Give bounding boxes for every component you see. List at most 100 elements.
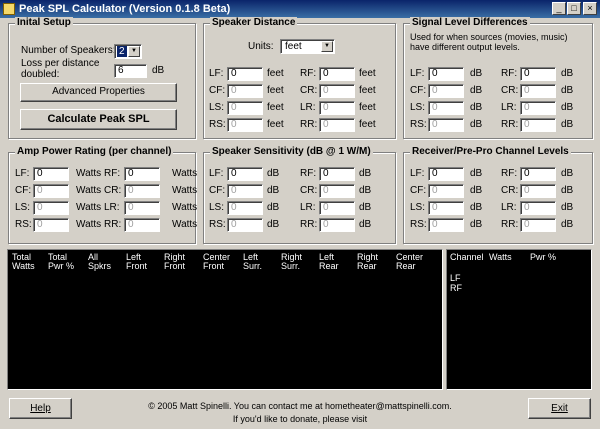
signal-ls-label: LS:	[410, 102, 426, 113]
calculate-peak-spl-button[interactable]: Calculate Peak SPL	[20, 109, 177, 130]
amp-rs-unit: Watts	[76, 219, 102, 230]
receiver-ls-label: LS:	[410, 202, 426, 213]
distance-cf-input[interactable]: 0	[227, 84, 263, 98]
receiver-rs-input[interactable]: 0	[428, 218, 464, 232]
sensitivity-lf-input[interactable]: 0	[227, 167, 263, 181]
sensitivity-lr-unit: dB	[359, 202, 372, 213]
distance-rs-input[interactable]: 0	[227, 118, 263, 132]
distance-rr-input[interactable]: 0	[319, 118, 355, 132]
chevron-down-icon[interactable]: ▼	[321, 41, 333, 52]
chevron-down-icon[interactable]: ▼	[128, 46, 140, 57]
sensitivity-rr-input[interactable]: 0	[319, 218, 355, 232]
receiver-lf-label: LF:	[410, 168, 425, 179]
amp-lf-input[interactable]: 0	[33, 167, 69, 181]
signal-rf-input[interactable]: 0	[520, 67, 556, 81]
sensitivity-cf-label: CF:	[209, 185, 226, 196]
donate-text: If you'd like to donate, please visit	[232, 414, 368, 424]
signal-lf-input[interactable]: 0	[428, 67, 464, 81]
signal-level-group: Signal Level Differences Used for when s…	[403, 17, 593, 139]
distance-lr-label: LR:	[300, 102, 316, 113]
amp-rr-label: RR:	[104, 219, 122, 230]
amp-cr-input[interactable]: 0	[124, 184, 160, 198]
receiver-cf-label: CF:	[410, 185, 427, 196]
amp-cf-label: CF:	[15, 185, 32, 196]
amp-rf-input[interactable]: 0	[124, 167, 160, 181]
advanced-properties-button[interactable]: Advanced Properties	[20, 83, 177, 102]
distance-lf-label: LF:	[209, 68, 224, 79]
speaker-distance-group: Speaker Distance Units: feet ▼ LF: 0 feet R…	[203, 17, 396, 139]
signal-lr-unit: dB	[561, 102, 574, 113]
sensitivity-lf-unit: dB	[267, 168, 280, 179]
distance-lr-input[interactable]: 0	[319, 101, 355, 115]
channel-panel[interactable]: Channel Watts Pwr % LF RF	[446, 249, 592, 390]
minimize-button[interactable]: _	[552, 2, 566, 15]
amp-rr-unit: Watts	[172, 219, 198, 230]
distance-rs-unit: feet	[267, 119, 284, 130]
results-column-header: Left Surr.	[243, 252, 263, 271]
units-select[interactable]: feet ▼	[280, 39, 335, 54]
distance-cf-unit: feet	[267, 85, 284, 96]
results-column-header: All Spkrs	[88, 252, 112, 271]
close-button[interactable]: ×	[583, 2, 597, 15]
receiver-rr-input[interactable]: 0	[520, 218, 556, 232]
sensitivity-cr-input[interactable]: 0	[319, 184, 355, 198]
signal-ls-input[interactable]: 0	[428, 101, 464, 115]
receiver-cf-input[interactable]: 0	[428, 184, 464, 198]
receiver-cr-input[interactable]: 0	[520, 184, 556, 198]
signal-rr-label: RR:	[501, 119, 519, 130]
sensitivity-ls-input[interactable]: 0	[227, 201, 263, 215]
signal-cr-input[interactable]: 0	[520, 84, 556, 98]
amp-lf-unit: Watts	[76, 168, 102, 179]
sensitivity-cf-input[interactable]: 0	[227, 184, 263, 198]
num-speakers-value: 2	[117, 46, 127, 57]
receiver-rf-input[interactable]: 0	[520, 167, 556, 181]
distance-lf-unit: feet	[267, 68, 284, 79]
amp-ls-input[interactable]: 0	[33, 201, 69, 215]
channel-column-header: Pwr %	[530, 252, 557, 262]
distance-rf-label: RF:	[300, 68, 317, 79]
amp-cf-input[interactable]: 0	[33, 184, 69, 198]
results-panel[interactable]: Total Watts Total Pwr % All Spkrs Left Fron…	[7, 249, 443, 390]
receiver-rr-unit: dB	[561, 219, 574, 230]
sensitivity-lr-input[interactable]: 0	[319, 201, 355, 215]
title-bar[interactable]: Peak SPL Calculator (Version 0.1.8 Beta)…	[0, 0, 600, 18]
channel-column-header: Channel	[450, 252, 484, 262]
signal-cr-unit: dB	[561, 85, 574, 96]
signal-rs-label: RS:	[410, 119, 427, 130]
distance-rf-input[interactable]: 0	[319, 67, 355, 81]
receiver-lf-input[interactable]: 0	[428, 167, 464, 181]
amp-rs-input[interactable]: 0	[33, 218, 69, 232]
amp-rr-input[interactable]: 0	[124, 218, 160, 232]
amp-ls-label: LS:	[15, 202, 31, 213]
speaker-sensitivity-group: Speaker Sensitivity (dB @ 1 W/M) LF: 0 dB R…	[203, 146, 396, 244]
receiver-ls-input[interactable]: 0	[428, 201, 464, 215]
sensitivity-rf-input[interactable]: 0	[319, 167, 355, 181]
signal-lr-input[interactable]: 0	[520, 101, 556, 115]
app-icon	[3, 3, 15, 15]
signal-cf-input[interactable]: 0	[428, 84, 464, 98]
num-speakers-select[interactable]: 2 ▼	[114, 44, 142, 59]
receiver-lr-unit: dB	[561, 202, 574, 213]
distance-cr-input[interactable]: 0	[319, 84, 355, 98]
distance-lf-input[interactable]: 0	[227, 67, 263, 81]
distance-ls-input[interactable]: 0	[227, 101, 263, 115]
sensitivity-rr-unit: dB	[359, 219, 372, 230]
maximize-button[interactable]: □	[567, 2, 581, 15]
amp-lf-label: LF:	[15, 168, 30, 179]
signal-rs-input[interactable]: 0	[428, 118, 464, 132]
amp-ls-unit: Watts	[76, 202, 102, 213]
receiver-lr-input[interactable]: 0	[520, 201, 556, 215]
distance-ls-unit: feet	[267, 102, 284, 113]
receiver-levels-label: Receiver/Pre-Pro Channel Levels	[410, 146, 571, 157]
results-column-header: Right Front	[164, 252, 186, 271]
results-column-header: Center Rear	[396, 252, 424, 271]
sensitivity-rs-unit: dB	[267, 219, 280, 230]
sensitivity-rs-input[interactable]: 0	[227, 218, 263, 232]
sensitivity-rf-unit: dB	[359, 168, 372, 179]
amp-cr-label: CR:	[104, 185, 122, 196]
loss-input[interactable]: 6	[114, 64, 147, 78]
amp-lr-input[interactable]: 0	[124, 201, 160, 215]
signal-rr-input[interactable]: 0	[520, 118, 556, 132]
receiver-rr-label: RR:	[501, 219, 519, 230]
speaker-sensitivity-label: Speaker Sensitivity (dB @ 1 W/M)	[210, 146, 373, 157]
